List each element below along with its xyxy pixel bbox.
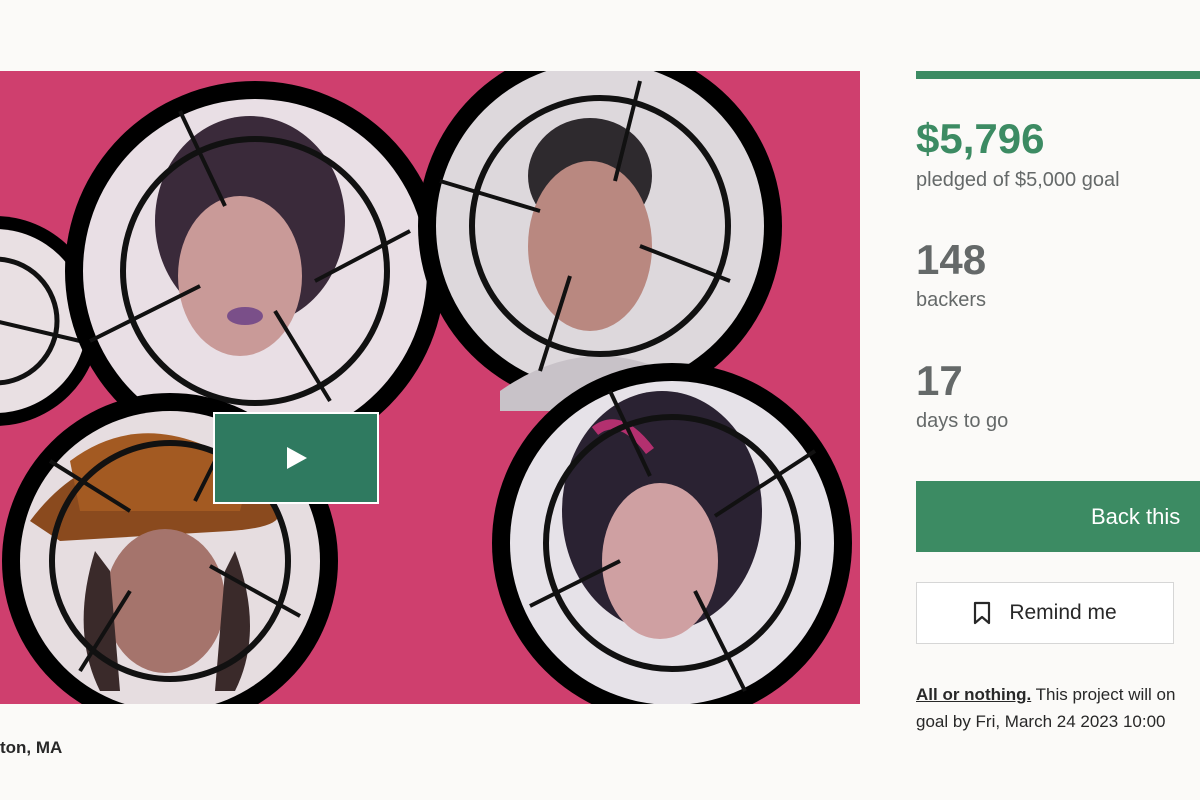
all-or-nothing-link[interactable]: All or nothing. [916,685,1031,704]
remind-me-button[interactable]: Remind me [916,582,1174,644]
back-project-label: Back this [1091,503,1181,529]
pledged-label: pledged of $5,000 goal [916,169,1120,191]
days-label: days to go [916,410,1009,432]
funding-progress-fill [916,71,1200,79]
play-icon [287,447,307,469]
pledged-amount: $5,796 [916,115,1045,162]
funding-progress-bar [916,71,1200,79]
portrait-circle [418,71,782,411]
backers-count: 148 [916,236,987,283]
play-button[interactable] [213,412,379,504]
project-video[interactable] [0,71,860,704]
project-page: ton, MA $5,796 pledged of $5,000 goal 14… [0,0,1200,800]
bookmark-icon [974,601,991,625]
portrait-circle [492,363,852,704]
project-location[interactable]: ton, MA [0,738,62,758]
remind-me-label: Remind me [1009,601,1117,624]
funding-model-note: All or nothing. This project will on goa… [916,681,1200,735]
backers-label: backers [916,289,987,311]
days-count: 17 [916,357,963,404]
note-line1-text: This project will on [1031,685,1176,704]
back-project-button[interactable]: Back this [916,481,1200,552]
note-line2-text: goal by Fri, March 24 2023 10:00 [916,712,1166,731]
project-artwork [0,71,852,704]
